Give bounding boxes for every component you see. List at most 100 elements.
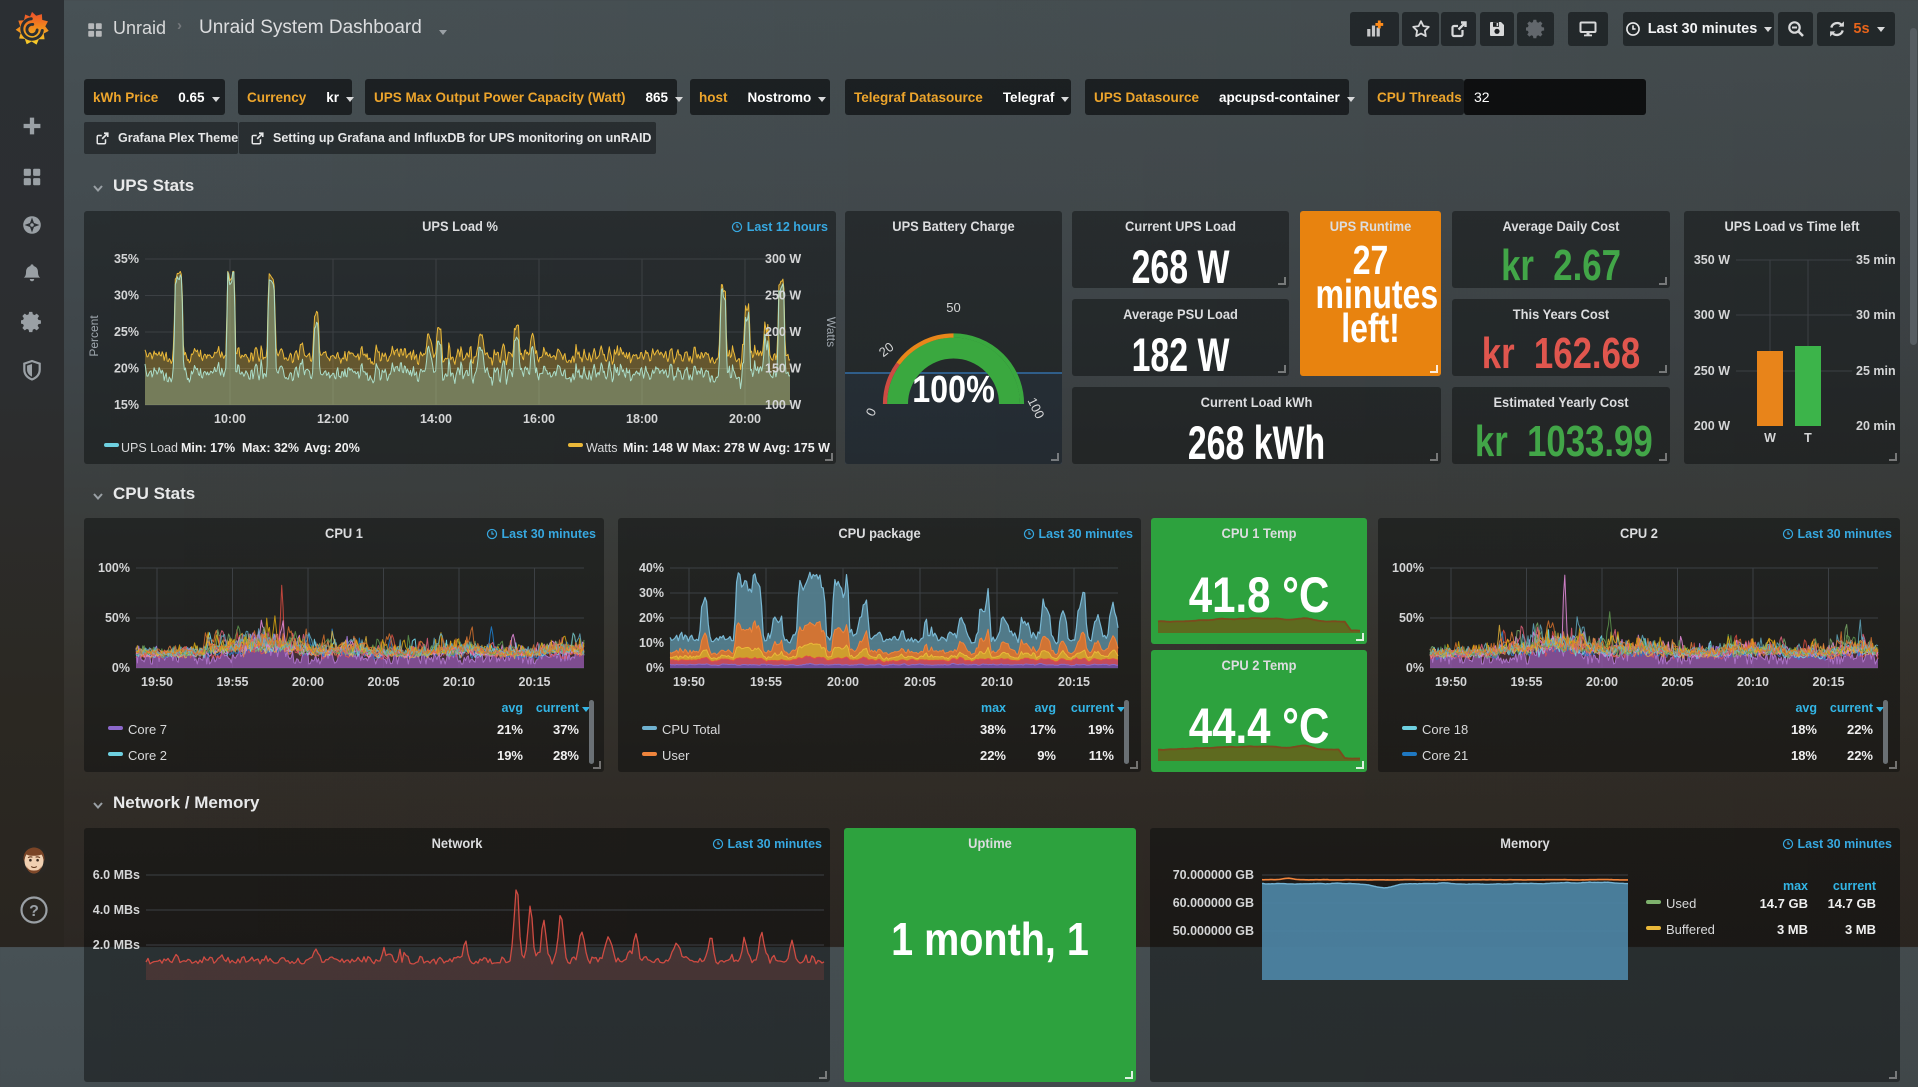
- svg-text:Max: 278 W: Max: 278 W: [692, 441, 760, 455]
- svg-text:4.0 MBs: 4.0 MBs: [93, 903, 140, 917]
- svg-text:19:50: 19:50: [141, 675, 173, 689]
- svg-text:20:05: 20:05: [1662, 675, 1694, 689]
- svg-text:20:00: 20:00: [729, 412, 761, 426]
- svg-text:19:55: 19:55: [750, 675, 782, 689]
- svg-text:?: ?: [29, 903, 39, 920]
- svg-text:70.000000 GB: 70.000000 GB: [1173, 868, 1254, 882]
- svg-text:T: T: [1804, 431, 1812, 445]
- svg-text:Watts: Watts: [824, 317, 836, 347]
- svg-text:300 W: 300 W: [1694, 308, 1730, 322]
- svg-text:0%: 0%: [646, 661, 664, 675]
- svg-text:19%: 19%: [497, 748, 523, 763]
- svg-text:60.000000 GB: 60.000000 GB: [1173, 896, 1254, 910]
- svg-text:37%: 37%: [553, 722, 579, 737]
- svg-text:20:10: 20:10: [443, 675, 475, 689]
- svg-text:20 min: 20 min: [1856, 419, 1896, 433]
- svg-text:16:00: 16:00: [523, 412, 555, 426]
- svg-text:100 W: 100 W: [765, 398, 801, 412]
- svg-text:6.0 MBs: 6.0 MBs: [93, 868, 140, 882]
- svg-text:22%: 22%: [1847, 722, 1873, 737]
- svg-text:20:10: 20:10: [981, 675, 1013, 689]
- svg-text:CPU Total: CPU Total: [662, 722, 720, 737]
- svg-text:22%: 22%: [1847, 748, 1873, 763]
- svg-text:Watts: Watts: [586, 441, 617, 455]
- svg-text:30%: 30%: [639, 586, 664, 600]
- svg-text:19%: 19%: [1088, 722, 1114, 737]
- svg-text:50%: 50%: [1399, 611, 1424, 625]
- svg-text:Min: 148 W: Min: 148 W: [623, 441, 688, 455]
- svg-text:30 min: 30 min: [1856, 308, 1896, 322]
- svg-text:250 W: 250 W: [765, 289, 801, 303]
- svg-text:300 W: 300 W: [765, 252, 801, 266]
- svg-text:25 min: 25 min: [1856, 364, 1896, 378]
- svg-text:W: W: [1764, 431, 1776, 445]
- svg-text:40%: 40%: [639, 561, 664, 575]
- svg-text:9%: 9%: [1037, 748, 1056, 763]
- svg-text:Core 7: Core 7: [128, 722, 167, 737]
- svg-text:10%: 10%: [639, 636, 664, 650]
- svg-text:21%: 21%: [497, 722, 523, 737]
- svg-text:Core 18: Core 18: [1422, 722, 1468, 737]
- svg-text:UPS Load: UPS Load: [121, 441, 178, 455]
- svg-text:50%: 50%: [105, 611, 130, 625]
- svg-text:Avg: 175 W: Avg: 175 W: [763, 441, 830, 455]
- svg-text:Used: Used: [1666, 896, 1696, 911]
- svg-text:avg: avg: [1034, 701, 1056, 715]
- svg-text:38%: 38%: [980, 722, 1006, 737]
- svg-text:35 min: 35 min: [1856, 253, 1896, 267]
- svg-text:15%: 15%: [114, 398, 139, 412]
- svg-text:avg: avg: [501, 701, 523, 715]
- svg-text:150 W: 150 W: [765, 362, 801, 376]
- svg-text:18%: 18%: [1791, 748, 1817, 763]
- svg-text:14:00: 14:00: [420, 412, 452, 426]
- svg-text:User: User: [662, 748, 690, 763]
- svg-text:200 W: 200 W: [1694, 419, 1730, 433]
- svg-text:18%: 18%: [1791, 722, 1817, 737]
- svg-text:20:10: 20:10: [1737, 675, 1769, 689]
- svg-text:Avg: 20%: Avg: 20%: [304, 441, 360, 455]
- svg-text:14.7 GB: 14.7 GB: [1828, 896, 1876, 911]
- svg-text:35%: 35%: [114, 252, 139, 266]
- svg-text:20:00: 20:00: [1586, 675, 1618, 689]
- svg-text:0%: 0%: [112, 661, 130, 675]
- svg-text:Core 2: Core 2: [128, 748, 167, 763]
- svg-text:100%: 100%: [912, 369, 995, 411]
- svg-text:20:00: 20:00: [827, 675, 859, 689]
- svg-text:12:00: 12:00: [317, 412, 349, 426]
- svg-text:20:00: 20:00: [292, 675, 324, 689]
- svg-text:current: current: [1833, 879, 1877, 893]
- svg-text:19:55: 19:55: [1511, 675, 1543, 689]
- svg-text:50.000000 GB: 50.000000 GB: [1173, 924, 1254, 938]
- svg-text:14.7 GB: 14.7 GB: [1760, 896, 1808, 911]
- svg-text:19:50: 19:50: [673, 675, 705, 689]
- svg-text:20:05: 20:05: [904, 675, 936, 689]
- svg-text:Buffered: Buffered: [1666, 922, 1715, 937]
- svg-text:Percent: Percent: [87, 315, 101, 357]
- svg-text:28%: 28%: [553, 748, 579, 763]
- svg-text:current: current: [536, 701, 580, 715]
- svg-text:20%: 20%: [114, 362, 139, 376]
- svg-text:20%: 20%: [639, 611, 664, 625]
- svg-text:20:15: 20:15: [1058, 675, 1090, 689]
- svg-text:100%: 100%: [1392, 561, 1424, 575]
- svg-text:10:00: 10:00: [214, 412, 246, 426]
- svg-text:3 MB: 3 MB: [1845, 922, 1876, 937]
- svg-text:Min: 17%: Min: 17%: [181, 441, 235, 455]
- svg-text:20:15: 20:15: [1813, 675, 1845, 689]
- svg-text:250 W: 250 W: [1694, 364, 1730, 378]
- svg-text:20: 20: [876, 339, 897, 360]
- svg-text:20:05: 20:05: [368, 675, 400, 689]
- svg-text:Core 21: Core 21: [1422, 748, 1468, 763]
- svg-text:11%: 11%: [1089, 748, 1115, 763]
- svg-text:current: current: [1071, 701, 1115, 715]
- svg-text:50: 50: [946, 300, 960, 315]
- svg-text:22%: 22%: [980, 748, 1006, 763]
- svg-text:19:50: 19:50: [1435, 675, 1467, 689]
- svg-text:25%: 25%: [114, 325, 139, 339]
- svg-text:current: current: [1830, 701, 1874, 715]
- svg-text:18:00: 18:00: [626, 412, 658, 426]
- svg-text:0%: 0%: [1406, 661, 1424, 675]
- svg-text:100%: 100%: [98, 561, 130, 575]
- svg-text:2.0 MBs: 2.0 MBs: [93, 938, 140, 952]
- svg-text:3 MB: 3 MB: [1777, 922, 1808, 937]
